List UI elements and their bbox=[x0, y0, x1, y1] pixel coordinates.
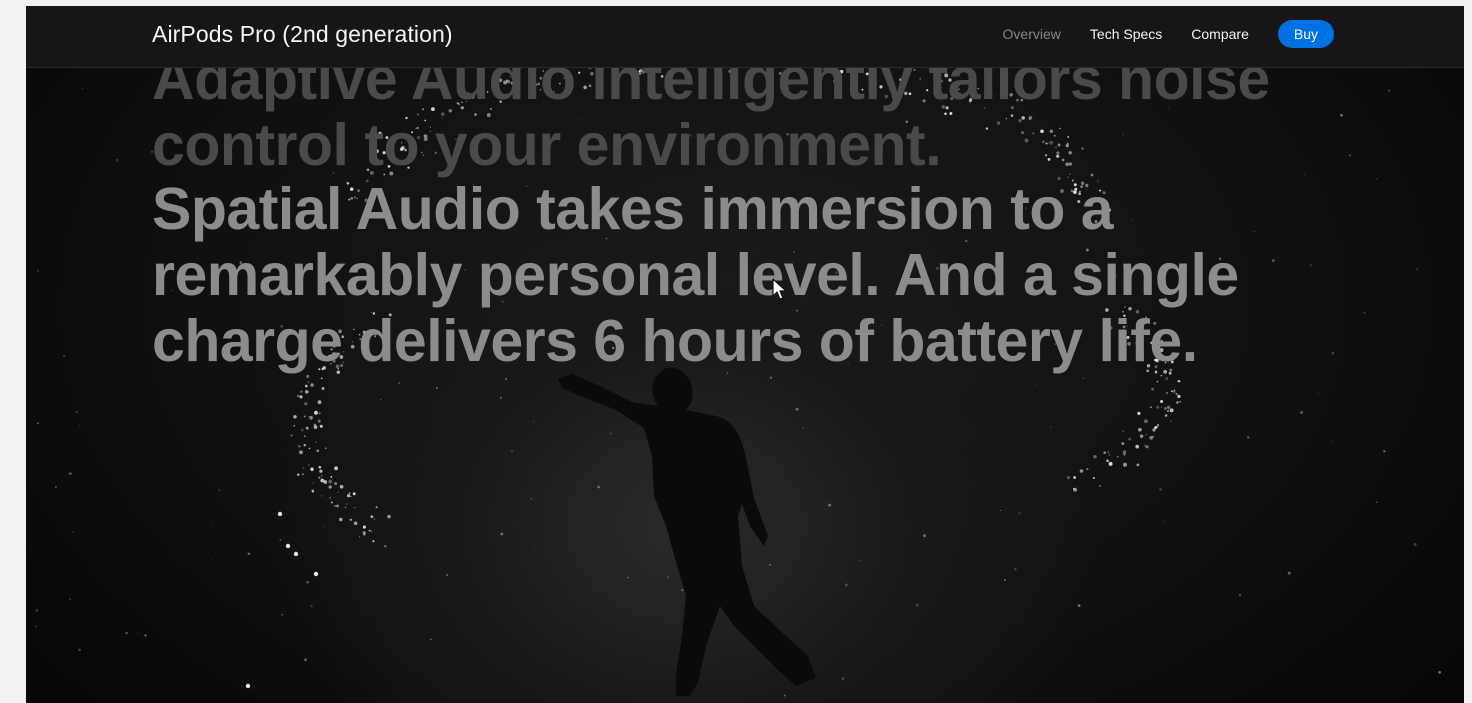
hero-section: Adaptive Audio intelligently tailors noi… bbox=[26, 6, 1464, 703]
product-title[interactable]: AirPods Pro (2nd generation) bbox=[152, 21, 453, 48]
browser-viewport: Adaptive Audio intelligently tailors noi… bbox=[26, 6, 1464, 703]
nav-link-compare[interactable]: Compare bbox=[1191, 26, 1249, 42]
buy-button[interactable]: Buy bbox=[1277, 20, 1334, 48]
nav-link-tech-specs[interactable]: Tech Specs bbox=[1090, 26, 1162, 42]
dancer-silhouette bbox=[558, 367, 816, 696]
product-local-nav: AirPods Pro (2nd generation) Overview Te… bbox=[26, 6, 1464, 68]
nav-links: Overview Tech Specs Compare Buy bbox=[974, 20, 1334, 48]
arrow-pointer-icon bbox=[772, 278, 787, 300]
nav-link-overview[interactable]: Overview bbox=[1003, 26, 1061, 42]
